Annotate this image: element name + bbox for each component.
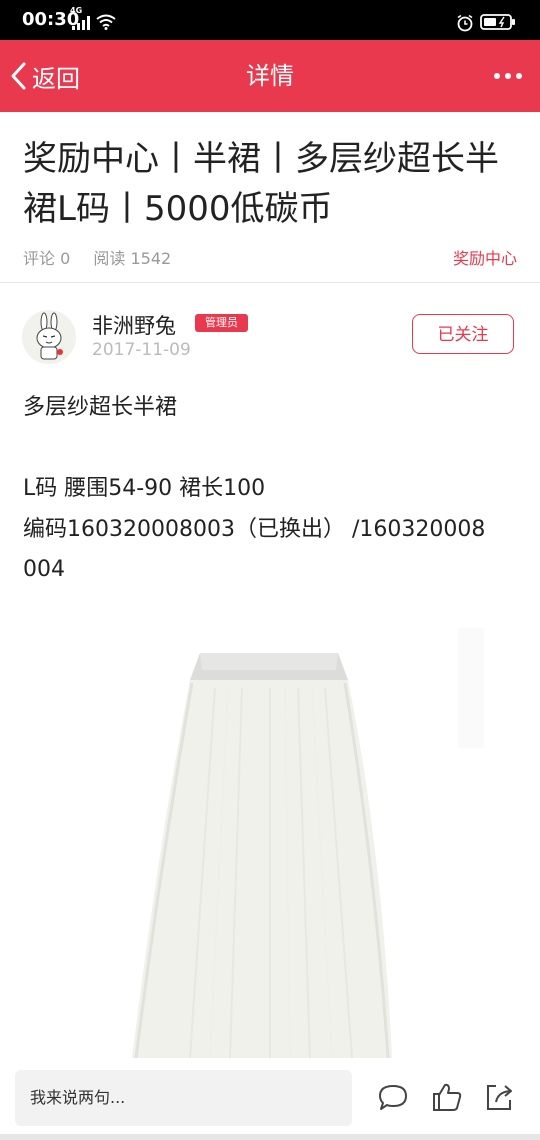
content-line: 004 xyxy=(23,557,65,582)
page-title: 详情 xyxy=(246,62,294,90)
admin-badge: 管理员 xyxy=(195,314,248,332)
status-bar: 00:30 4G xyxy=(0,0,540,40)
scroll-indicator xyxy=(0,1134,540,1140)
article-title: 奖励中心丨半裙丨多层纱超长半裙L码丨5000低碳币 xyxy=(23,139,499,229)
product-image[interactable] xyxy=(120,628,490,1058)
content-line: 编码160320008003（已换出） /160320008 xyxy=(23,517,486,542)
post-date: 2017-11-09 xyxy=(92,340,191,360)
back-button[interactable]: 返回 xyxy=(8,40,80,112)
divider xyxy=(0,282,540,283)
wifi-icon xyxy=(96,14,116,30)
back-arrow-icon xyxy=(11,62,26,90)
more-icon[interactable] xyxy=(494,40,522,112)
nav-header: 返回 详情 xyxy=(0,40,540,112)
network-type: 4G xyxy=(70,6,83,15)
signal-icon xyxy=(72,16,90,30)
battery-icon xyxy=(480,14,515,30)
content-line: 多层纱超长半裙 xyxy=(23,395,178,420)
avatar[interactable] xyxy=(22,310,76,364)
article-meta: 评论 0 阅读 1542 奖励中心 xyxy=(23,245,517,269)
comment-count: 评论 0 xyxy=(23,249,71,268)
page: 00:30 4G 返回 详情 奖励中心丨半裙丨多层纱超长半裙L码丨5000低碳币… xyxy=(0,0,540,1140)
comment-input[interactable]: 我来说两句... xyxy=(15,1070,352,1126)
back-label: 返回 xyxy=(32,64,80,93)
content-line: L码 腰围54-90 裙长100 xyxy=(23,476,266,501)
share-icon[interactable] xyxy=(482,1080,516,1114)
like-icon[interactable] xyxy=(430,1080,464,1114)
alarm-icon xyxy=(457,14,473,32)
author-name[interactable]: 非洲野兔 xyxy=(92,310,176,340)
follow-button[interactable]: 已关注 xyxy=(412,314,514,354)
category-link[interactable]: 奖励中心 xyxy=(453,245,517,269)
read-count: 阅读 1542 xyxy=(93,249,172,268)
bottom-bar: 我来说两句... xyxy=(0,1060,540,1140)
comment-icon[interactable] xyxy=(376,1080,410,1114)
